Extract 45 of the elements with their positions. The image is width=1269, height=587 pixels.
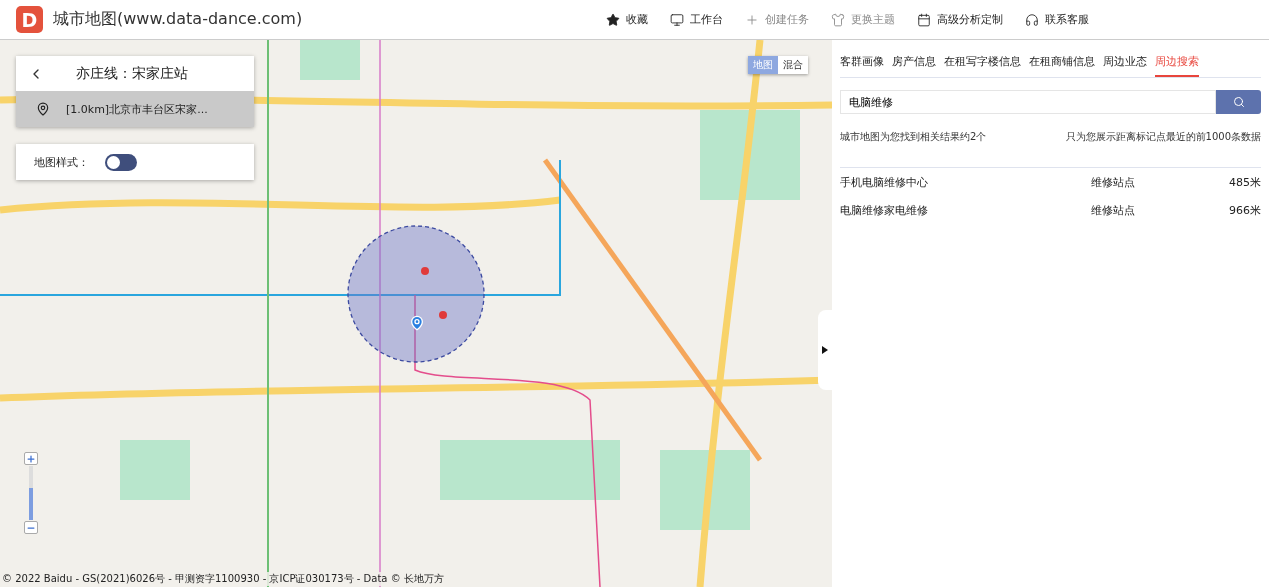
sidebar-tab[interactable]: 在租写字楼信息 <box>944 54 1021 77</box>
calendar-icon <box>917 12 931 27</box>
map-style-toggle[interactable] <box>105 153 137 171</box>
plus-icon <box>26 453 36 464</box>
nav-link[interactable]: 联系客服 <box>1025 12 1089 27</box>
sidebar-tab[interactable]: 在租商铺信息 <box>1029 54 1095 77</box>
collapse-button[interactable] <box>818 310 832 390</box>
headset-icon <box>1025 12 1039 27</box>
result-name[interactable]: 手机电脑维修中心 <box>840 174 1091 190</box>
sidebar-tab[interactable]: 房产信息 <box>892 54 936 77</box>
site-title: 城市地图(www.data-dance.com) <box>53 9 303 30</box>
logo: D <box>16 6 43 33</box>
map-copyright: © 2022 Baidu - GS(2021)6026号 - 甲测资字1100930 - 京ICP证030173号 - Data © 长地万方 <box>2 572 444 586</box>
monitor-icon <box>670 12 684 27</box>
location-pin-icon <box>36 102 50 116</box>
result-category: 维修站点 <box>1091 202 1136 218</box>
map-style-label: 地图样式： <box>34 154 89 170</box>
point-dot <box>421 267 429 275</box>
station-title: 亦庄线：宋家庄站 <box>76 64 188 83</box>
sidebar-tab[interactable]: 客群画像 <box>840 54 884 77</box>
nav-link[interactable]: 收藏 <box>606 12 648 27</box>
nav-link[interactable]: 高级分析定制 <box>917 12 1003 27</box>
map-type-button[interactable]: 混合 <box>778 56 808 74</box>
result-name[interactable]: 电脑维修家电维修 <box>840 202 1091 218</box>
zoom-track[interactable] <box>29 466 33 520</box>
address-item[interactable]: [1.0km]北京市丰台区宋家... <box>16 91 254 127</box>
search-icon <box>1232 96 1245 108</box>
sidebar-tab[interactable]: 周边搜索 <box>1155 54 1199 77</box>
plus-icon <box>745 12 759 27</box>
shirt-icon <box>831 12 845 27</box>
zoom-in-button[interactable] <box>24 452 38 465</box>
search-field[interactable]: 电脑维修 <box>840 90 1216 114</box>
location-pin-icon <box>409 315 425 331</box>
sidebar-tab[interactable]: 周边业态 <box>1103 54 1147 77</box>
result-distance: 485米 <box>1228 174 1261 190</box>
star-icon <box>606 12 620 27</box>
result-category: 维修站点 <box>1091 174 1136 190</box>
nav-link[interactable]: 工作台 <box>670 12 723 27</box>
result-distance: 966米 <box>1228 202 1261 218</box>
point-dot <box>439 311 447 319</box>
result-summary: 城市地图为您找到相关结果约2个 <box>840 130 987 144</box>
search-button[interactable] <box>1216 90 1261 114</box>
zoom-out-button[interactable] <box>24 521 38 534</box>
triangle-icon <box>822 346 828 354</box>
result-note: 只为您展示距离标记点最近的前1000条数据 <box>1065 130 1261 144</box>
